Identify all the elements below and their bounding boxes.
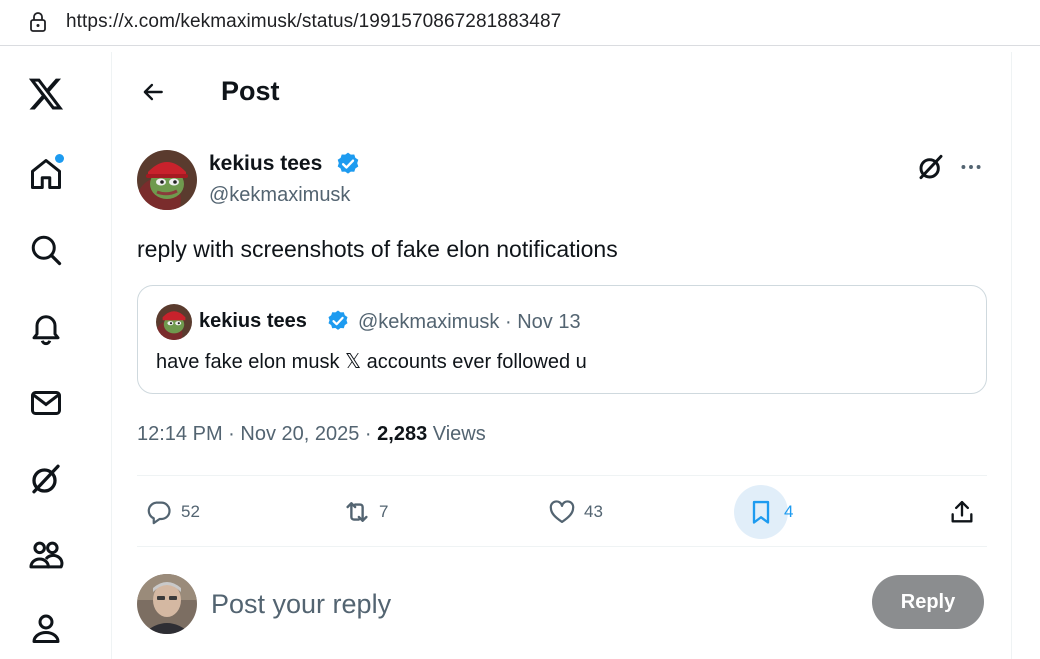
bookmark-action[interactable]: 4 [734, 485, 793, 539]
verified-badge-icon [337, 152, 359, 174]
notification-dot [55, 154, 64, 163]
browser-url-bar[interactable]: https://x.com/kekmaximusk/status/1991570… [0, 0, 1040, 46]
messages-icon[interactable] [22, 379, 70, 427]
reply-button[interactable]: Reply [872, 575, 984, 629]
views-count: 2,283 [377, 423, 428, 445]
post-text: reply with screenshots of fake elon noti… [137, 236, 618, 262]
reply-input[interactable] [211, 584, 831, 624]
quoted-author-name: kekius tees [199, 310, 307, 332]
reply-action[interactable]: 52 [139, 492, 200, 532]
left-nav [0, 52, 112, 659]
post-meta: 12:14 PM · Nov 20, 2025 · 2,283 Views [137, 423, 486, 446]
grok-icon[interactable] [22, 455, 70, 503]
author-name[interactable]: kekius tees [209, 152, 322, 176]
post-time-date[interactable]: 12:14 PM · Nov 20, 2025 · [137, 423, 377, 445]
quoted-author-avatar[interactable] [156, 304, 192, 340]
verified-badge-icon [328, 310, 348, 330]
communities-icon[interactable] [22, 531, 70, 579]
share-icon[interactable] [942, 492, 982, 532]
quoted-author-handle-date: @kekmaximusk · Nov 13 [358, 311, 581, 333]
lock-icon [30, 12, 46, 32]
share-action[interactable] [942, 492, 982, 532]
page-header: Post [113, 52, 1011, 132]
author-handle[interactable]: @kekmaximusk [209, 184, 350, 207]
repost-icon[interactable] [337, 492, 377, 532]
bookmark-icon[interactable] [734, 485, 788, 539]
notifications-icon[interactable] [22, 304, 70, 352]
home-icon[interactable] [22, 150, 70, 198]
profile-icon[interactable] [22, 604, 70, 652]
quoted-post[interactable]: kekius tees @kekmaximusk · Nov 13 have f… [137, 285, 987, 394]
quoted-post-text: have fake elon musk 𝕏 accounts ever foll… [156, 351, 587, 373]
divider [137, 475, 987, 476]
user-avatar[interactable] [137, 574, 197, 634]
like-action[interactable]: 43 [542, 492, 603, 532]
bookmark-count: 4 [784, 502, 794, 521]
url-text[interactable]: https://x.com/kekmaximusk/status/1991570… [66, 11, 561, 33]
x-logo-icon[interactable] [22, 70, 70, 118]
author-avatar[interactable] [137, 150, 197, 210]
page-title: Post [221, 76, 280, 106]
like-icon[interactable] [542, 492, 582, 532]
reply-count: 52 [181, 502, 200, 521]
divider [137, 546, 987, 547]
reply-icon[interactable] [139, 492, 179, 532]
back-arrow-icon[interactable] [135, 74, 171, 110]
repost-count: 7 [379, 502, 389, 521]
grok-icon[interactable] [915, 151, 947, 183]
like-count: 43 [584, 502, 603, 521]
more-options-icon[interactable] [955, 151, 987, 183]
views-label: Views [427, 423, 486, 445]
search-icon[interactable] [22, 226, 70, 274]
repost-action[interactable]: 7 [337, 492, 388, 532]
main-column: Post kekius tees @kekmaximusk reply with… [113, 52, 1011, 659]
column-border [1011, 52, 1012, 659]
